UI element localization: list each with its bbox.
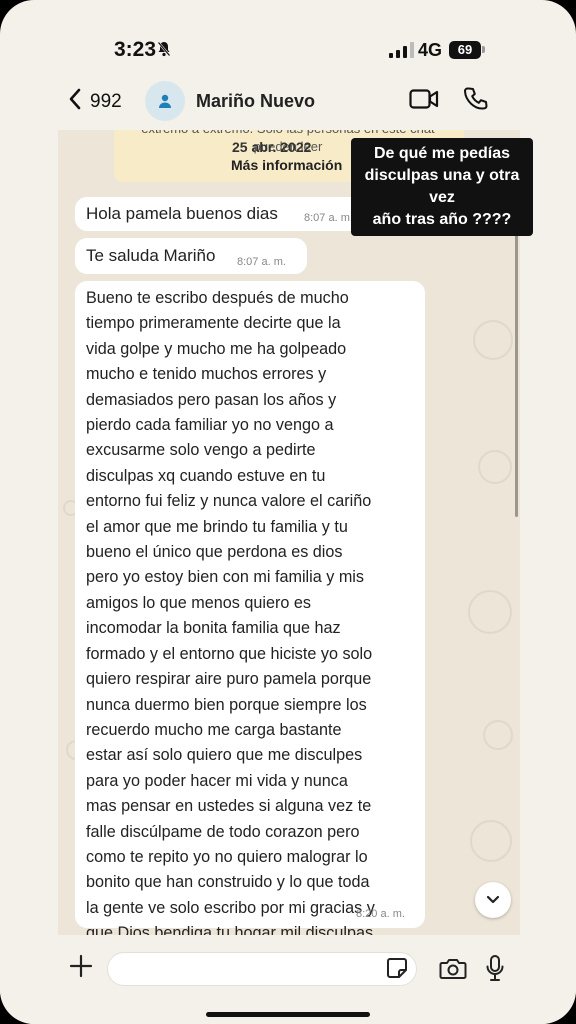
scroll-down-button[interactable] <box>475 882 511 918</box>
message-input-box[interactable] <box>107 952 417 986</box>
status-time: 3:23 <box>114 38 157 61</box>
voice-call-button[interactable] <box>463 86 489 117</box>
signal-icon <box>389 42 414 58</box>
camera-icon <box>439 959 467 979</box>
date-chip: 25 abr. 2022 <box>232 139 312 155</box>
story-caption: De qué me pedías disculpas una y otra ve… <box>351 138 533 236</box>
caption-line: De qué me pedías <box>373 145 511 162</box>
message-bubble[interactable]: Hola pamela buenos dias 8:07 a. m. <box>75 197 375 231</box>
message-time: 8:07 a. m. <box>304 212 353 224</box>
message-text: Te saluda Mariño <box>86 246 216 265</box>
caption-line: disculpas una y otra vez <box>364 167 520 206</box>
microphone-button[interactable] <box>485 954 505 987</box>
unread-count: 992 <box>90 90 122 112</box>
message-bubble[interactable]: Bueno te escribo después de mucho tiempo… <box>75 281 425 942</box>
chevron-down-icon <box>486 895 500 904</box>
phone-screen: 3:23 4G 69 992 Mariño Nuevo pueden leer … <box>0 0 576 1024</box>
status-bar: 3:23 4G 69 <box>0 0 576 72</box>
microphone-icon <box>486 955 504 981</box>
avatar[interactable] <box>145 81 185 121</box>
sticker-icon <box>387 958 407 978</box>
message-text: Bueno te escribo después de mucho tiempo… <box>86 289 375 943</box>
contact-name[interactable]: Mariño Nuevo <box>196 91 315 112</box>
video-call-button[interactable] <box>409 88 439 115</box>
sticker-button[interactable] <box>386 957 408 984</box>
more-info-link[interactable]: Más información <box>231 157 342 173</box>
chevron-left-icon <box>68 88 82 115</box>
camera-button[interactable] <box>439 957 467 986</box>
message-time: 8:20 a. m. <box>356 908 405 920</box>
chat-header: 992 Mariño Nuevo <box>0 72 576 130</box>
scrollbar[interactable] <box>515 195 518 517</box>
back-button[interactable]: 992 <box>68 88 122 115</box>
plus-icon <box>69 954 93 978</box>
home-indicator[interactable] <box>206 1012 370 1017</box>
message-input[interactable] <box>122 959 372 981</box>
battery-tip <box>482 46 485 53</box>
network-type: 4G <box>418 40 443 60</box>
person-icon <box>159 94 171 108</box>
attach-button[interactable] <box>68 953 94 984</box>
phone-icon <box>464 87 488 110</box>
battery-icon: 69 <box>449 41 481 59</box>
message-time: 8:07 a. m. <box>237 256 286 268</box>
caption-line: año tras año ???? <box>372 211 512 228</box>
message-text: Hola pamela buenos dias <box>86 204 278 223</box>
bell-slash-icon <box>157 41 171 62</box>
message-bubble[interactable]: Te saluda Mariño 8:07 a. m. <box>75 238 307 274</box>
composer-bar <box>0 935 576 1024</box>
video-camera-icon <box>409 89 439 109</box>
